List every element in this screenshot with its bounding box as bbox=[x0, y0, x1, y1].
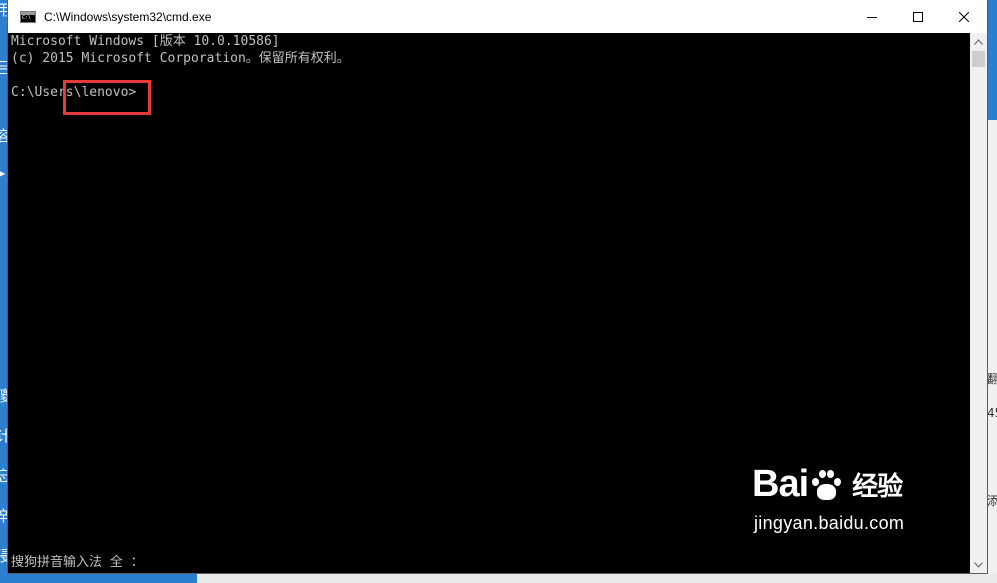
chevron-down-icon bbox=[974, 561, 983, 568]
background-text: 添 bbox=[987, 494, 997, 508]
minimize-icon bbox=[867, 16, 877, 18]
background-glyph: ▶ bbox=[0, 166, 6, 180]
background-text: 翻 bbox=[987, 372, 997, 386]
background-right-blue bbox=[987, 0, 997, 120]
watermark-brand-left: Bai bbox=[752, 463, 809, 505]
scroll-thumb[interactable] bbox=[972, 51, 985, 67]
ime-status-bar: 搜狗拼音输入法 全 ： bbox=[11, 555, 144, 570]
scroll-down-button[interactable] bbox=[970, 556, 987, 573]
window-controls bbox=[849, 0, 987, 33]
paw-icon bbox=[809, 468, 843, 502]
console-line: (c) 2015 Microsoft Corporation。保留所有权利。 bbox=[11, 51, 350, 66]
minimize-button[interactable] bbox=[849, 0, 895, 33]
window-title: C:\Windows\system32\cmd.exe bbox=[44, 9, 212, 24]
baidu-jingyan-watermark: Bai 经验 jingyan.baidu.com bbox=[752, 463, 942, 553]
close-icon bbox=[959, 11, 969, 22]
prompt-highlight-box bbox=[63, 80, 151, 115]
background-bottom-blue bbox=[0, 573, 197, 583]
scroll-up-button[interactable] bbox=[970, 33, 987, 50]
watermark-url: jingyan.baidu.com bbox=[754, 513, 905, 533]
console-line: Microsoft Windows [版本 10.0.10586] bbox=[11, 34, 280, 49]
baidu-logo: Bai 经验 bbox=[752, 463, 903, 506]
close-button[interactable] bbox=[941, 0, 987, 33]
maximize-icon bbox=[913, 11, 923, 22]
background-text: 45 bbox=[987, 406, 997, 420]
cmd-icon bbox=[20, 10, 36, 23]
watermark-brand-right: 经验 bbox=[852, 472, 903, 502]
chevron-up-icon bbox=[974, 38, 983, 45]
maximize-button[interactable] bbox=[895, 0, 941, 33]
vertical-scrollbar[interactable] bbox=[970, 33, 987, 573]
console-prompt[interactable]: C:\Users\lenovo> bbox=[11, 84, 970, 101]
title-bar[interactable]: C:\Windows\system32\cmd.exe bbox=[8, 0, 987, 33]
cmd-window[interactable]: C:\Windows\system32\cmd.exe Microsoft W bbox=[8, 0, 987, 573]
